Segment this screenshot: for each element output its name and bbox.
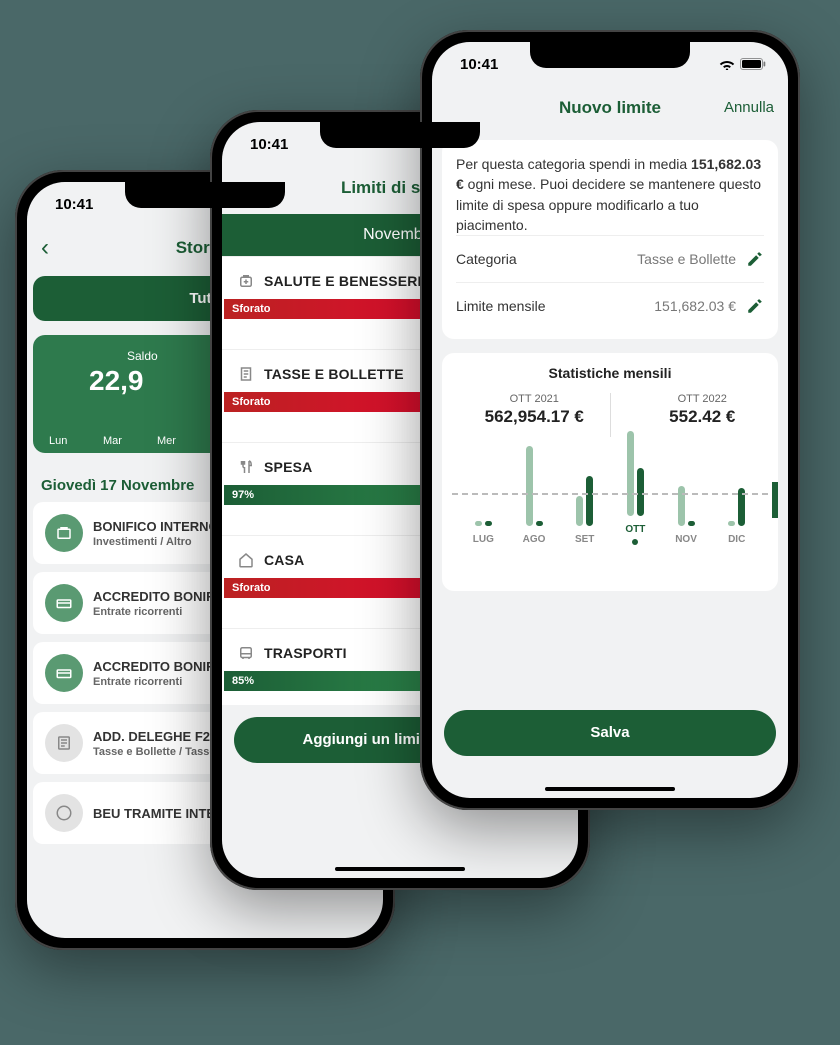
limit-name: TRASPORTI	[264, 645, 347, 661]
bar-curr-year	[485, 521, 492, 526]
threshold-line	[452, 493, 768, 495]
status-time: 10:41	[460, 56, 498, 73]
month-label: OTT	[625, 524, 645, 535]
bar-prev-year	[475, 521, 482, 526]
page-title: Nuovo limite	[559, 98, 661, 118]
save-button[interactable]: Salva	[444, 710, 776, 756]
bar-prev-year	[728, 521, 735, 526]
stats-amount: 562,954.17 €	[485, 407, 584, 427]
month-label: LUG	[473, 534, 494, 545]
day-label: Lun	[49, 435, 103, 447]
stats-card: Statistiche mensili OTT 2021 562,954.17 …	[442, 353, 778, 591]
field-value: Tasse e Bollette	[637, 251, 736, 267]
field-label: Limite mensile	[456, 298, 545, 314]
monthly-chart[interactable]: LUG AGO SET OTT NOV DIC	[458, 445, 762, 575]
month-label: SET	[575, 534, 594, 545]
transaction-icon	[45, 724, 83, 762]
bar-prev-year	[526, 446, 533, 526]
notch	[125, 182, 285, 208]
limit-name: SALUTE E BENESSERE	[264, 273, 427, 289]
category-field[interactable]: Categoria Tasse e Bollette	[456, 235, 764, 282]
chart-column[interactable]: DIC	[711, 436, 762, 545]
cancel-button[interactable]: Annulla	[724, 99, 774, 116]
notch	[530, 42, 690, 68]
info-text: Per questa categoria spendi in media 151…	[456, 154, 764, 235]
stats-amount: 552.42 €	[669, 407, 735, 427]
info-card: Per questa categoria spendi in media 151…	[442, 140, 778, 339]
chart-column[interactable]: SET	[559, 436, 610, 545]
month-label: NOV	[675, 534, 697, 545]
fork-icon	[236, 457, 256, 477]
field-label: Categoria	[456, 251, 517, 267]
edit-icon[interactable]	[746, 250, 764, 268]
chart-column[interactable]: LUG	[458, 436, 509, 545]
selected-dot	[632, 539, 638, 545]
limit-name: TASSE E BOLLETTE	[264, 366, 404, 382]
field-value: 151,682.03 €	[654, 298, 736, 314]
back-button[interactable]: ‹	[41, 234, 49, 262]
next-card-peek[interactable]	[772, 482, 778, 518]
battery-icon	[740, 58, 766, 70]
receipt-icon	[236, 364, 256, 384]
day-label: Mer	[157, 435, 211, 447]
chart-bars: LUG AGO SET OTT NOV DIC	[458, 445, 762, 545]
stats-period: OTT 2021	[485, 393, 584, 405]
limit-name: SPESA	[264, 459, 312, 475]
bar-curr-year	[586, 476, 593, 526]
status-time: 10:41	[250, 136, 288, 153]
month-label: AGO	[523, 534, 546, 545]
bar-curr-year	[688, 521, 695, 526]
home-icon	[236, 550, 256, 570]
limit-name: CASA	[264, 552, 304, 568]
bar-prev-year	[627, 431, 634, 516]
home-indicator	[545, 787, 675, 791]
transaction-icon	[45, 584, 83, 622]
bar-prev-year	[678, 486, 685, 526]
notch	[320, 122, 480, 148]
stats-period: OTT 2022	[669, 393, 735, 405]
transaction-icon	[45, 514, 83, 552]
month-label: DIC	[728, 534, 745, 545]
bar-prev-year	[576, 496, 583, 526]
bar-curr-year	[536, 521, 543, 526]
limit-field[interactable]: Limite mensile 151,682.03 €	[456, 282, 764, 329]
stats-columns: OTT 2021 562,954.17 € OTT 2022 552.42 €	[442, 393, 778, 427]
status-time: 10:41	[55, 196, 93, 213]
home-indicator	[335, 867, 465, 871]
stats-title: Statistiche mensili	[442, 365, 778, 381]
chart-column[interactable]: OTT	[610, 426, 661, 545]
bar-curr-year	[637, 468, 644, 516]
chart-column[interactable]: NOV	[661, 436, 712, 545]
wifi-icon	[719, 58, 735, 70]
day-label: Mar	[103, 435, 157, 447]
edit-icon[interactable]	[746, 297, 764, 315]
health-icon	[236, 271, 256, 291]
chart-column[interactable]: AGO	[509, 436, 560, 545]
bus-icon	[236, 643, 256, 663]
transaction-icon	[45, 654, 83, 692]
transaction-icon	[45, 794, 83, 832]
screen: 10:41 Nuovo limite Annulla Per questa ca…	[432, 42, 788, 798]
phone-nuovo-limite: 10:41 Nuovo limite Annulla Per questa ca…	[420, 30, 800, 810]
status-right	[719, 58, 766, 70]
header: Nuovo limite Annulla	[432, 86, 788, 130]
